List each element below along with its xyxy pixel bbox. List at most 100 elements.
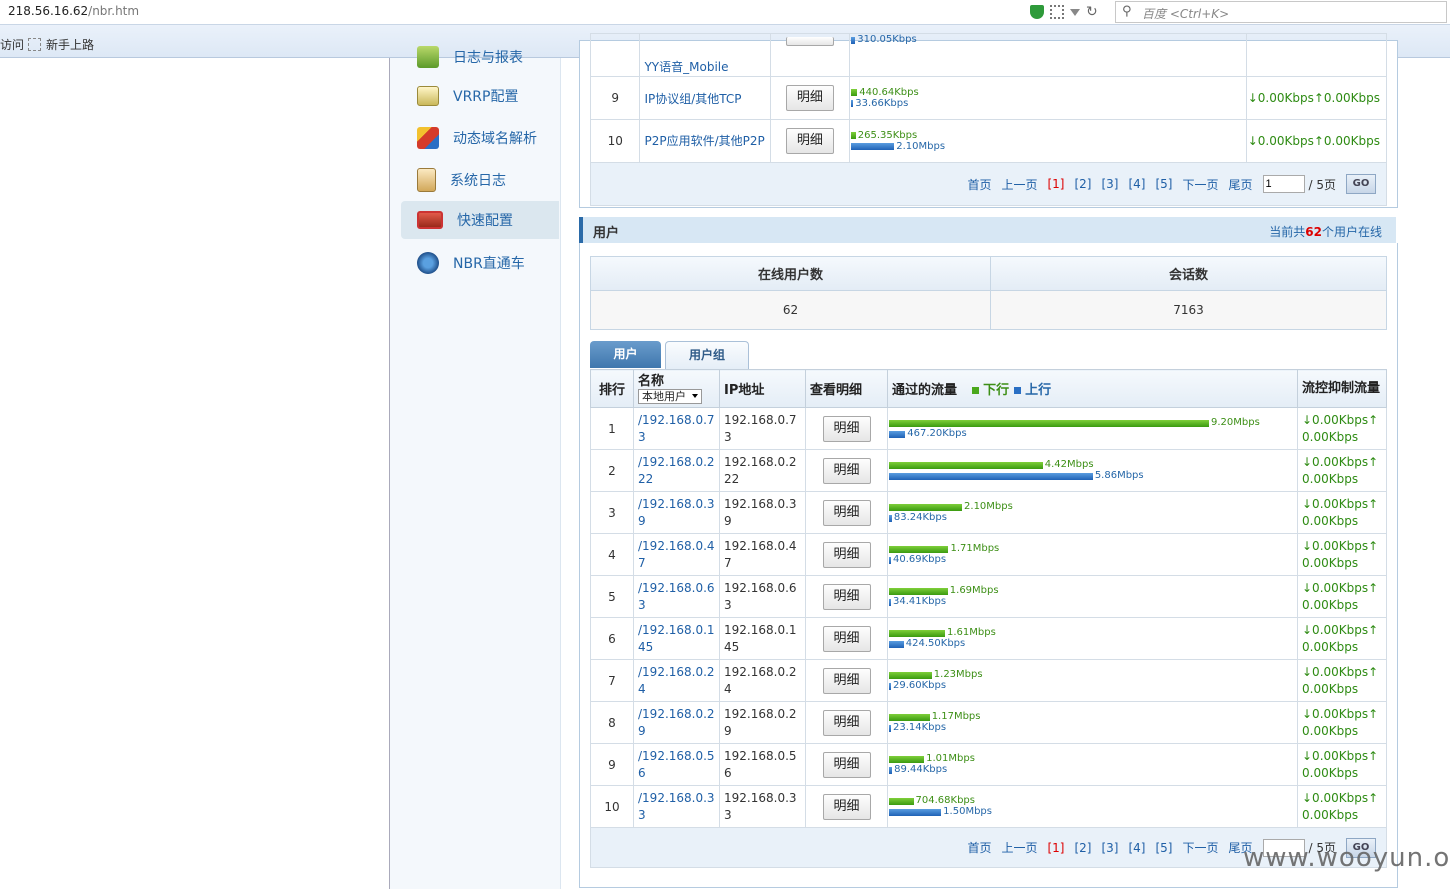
col-rank[interactable]: 排行 <box>590 369 634 408</box>
user-name-link[interactable]: /192.168.0.56 <box>638 749 715 780</box>
col-ip[interactable]: IP地址 <box>719 369 806 408</box>
tab-users[interactable]: 用户 <box>590 341 661 368</box>
ip-cell: 192.168.0.73 <box>719 407 806 450</box>
user-name-link[interactable]: /192.168.0.63 <box>638 581 715 612</box>
pager-page-1[interactable]: [1] <box>1047 841 1064 855</box>
pager-next[interactable]: 下一页 <box>1182 839 1218 856</box>
qr-code-icon[interactable] <box>1050 5 1064 19</box>
pager-page-5[interactable]: [5] <box>1155 177 1172 191</box>
refresh-icon[interactable]: ↻ <box>1086 5 1098 19</box>
table-row: 5/192.168.0.63 192.168.0.63 明细 1.69Mbps 34.4… <box>590 575 1387 618</box>
app-name[interactable]: YY语音_Mobile <box>639 33 771 77</box>
globe-icon <box>417 252 439 274</box>
pager-page-4[interactable]: [4] <box>1128 841 1145 855</box>
col-name: 名称 本地用户 <box>633 369 720 408</box>
sidebar-item-reports[interactable]: 日志与报表 <box>401 42 559 72</box>
user-name-link[interactable]: /192.168.0.145 <box>638 623 715 654</box>
user-name-link[interactable]: /192.168.0.24 <box>638 665 715 696</box>
pager-page-4[interactable]: [4] <box>1128 177 1145 191</box>
page-input[interactable] <box>1262 175 1305 193</box>
user-name-link[interactable]: /192.168.0.73 <box>638 413 715 444</box>
pager-page-3[interactable]: [3] <box>1101 177 1118 191</box>
shield-icon[interactable] <box>1030 5 1044 19</box>
sidebar-item-vrrp[interactable]: VRRP配置 <box>401 77 559 115</box>
up-label: 23.14Kbps <box>893 722 947 733</box>
user-name-link[interactable]: /192.168.0.33 <box>638 791 715 822</box>
online-status: 当前共62个用户在线 <box>1269 223 1382 240</box>
sidebar-item-ddns[interactable]: 动态域名解析 <box>401 119 559 157</box>
sidebar-item-label: 系统日志 <box>450 173 506 189</box>
pager-page-3[interactable]: [3] <box>1101 841 1118 855</box>
sidebar-item-nbr[interactable]: NBR直通车 <box>401 244 559 282</box>
header-row: 排行 名称 本地用户 IP地址 查看明细 通过的流量 下行 上行 流控抑制流量 <box>590 369 1387 408</box>
legend-up-label: 上行 <box>1025 383 1052 398</box>
user-name-link[interactable]: /192.168.0.29 <box>638 707 715 738</box>
up-bar <box>889 724 891 732</box>
detail-button[interactable]: 明细 <box>785 85 834 111</box>
tab-user-groups[interactable]: 用户组 <box>665 341 749 369</box>
sidebar: 日志与报表 VRRP配置 动态域名解析 系统日志 快速配置 NBR直通车 <box>389 46 561 889</box>
users-table-body: 1/192.168.0.73 192.168.0.73 明细 9.20Mbps 467.… <box>590 407 1387 828</box>
up-label: 1.50Mbps <box>943 806 992 817</box>
bookmark-newbie[interactable]: 新手上路 <box>28 36 94 53</box>
vrrp-icon <box>417 86 439 106</box>
pager-page-2[interactable]: [2] <box>1074 841 1091 855</box>
detail-button[interactable]: 明细 <box>822 709 871 736</box>
detail-button[interactable] <box>785 37 834 46</box>
col-traffic-label[interactable]: 通过的流量 <box>892 383 957 398</box>
detail-button[interactable]: 明细 <box>822 541 871 568</box>
detail-button[interactable]: 明细 <box>822 415 871 442</box>
ctrl-cell: ↓0.00Kbps↑0.00Kbps <box>1297 449 1387 492</box>
address-bar[interactable]: 218.56.16.62/nbr.htm ↻ ⚲ 百度 <Ctrl+K> <box>0 0 1450 25</box>
search-box[interactable]: ⚲ 百度 <Ctrl+K> <box>1115 1 1447 23</box>
app-name-link[interactable]: IP协议组/其他TCP <box>644 92 741 106</box>
name-filter-value: 本地用户 <box>642 389 686 403</box>
detail-button[interactable]: 明细 <box>822 457 871 484</box>
pager-page-5[interactable]: [5] <box>1155 841 1172 855</box>
ctrl-cell: ↓0.00Kbps↑0.00Kbps <box>1297 785 1387 828</box>
down-bar <box>889 755 925 763</box>
cube-icon <box>417 127 439 149</box>
pager-page-1[interactable]: [1] <box>1047 177 1064 191</box>
pager-first[interactable]: 首页 <box>967 176 991 193</box>
url-text[interactable]: 218.56.16.62/nbr.htm <box>8 4 139 18</box>
pager-prev[interactable]: 上一页 <box>1001 176 1037 193</box>
detail-button[interactable]: 明细 <box>822 583 871 610</box>
detail-button[interactable]: 明细 <box>822 751 871 778</box>
pager-prev[interactable]: 上一页 <box>1001 839 1037 856</box>
user-name-link[interactable]: /192.168.0.39 <box>638 497 715 528</box>
app-name-link[interactable]: P2P应用软件/其他P2P <box>644 134 764 148</box>
detail-button[interactable]: 明细 <box>785 128 834 154</box>
url-host: 218.56.16.62 <box>8 4 89 18</box>
detail-button[interactable]: 明细 <box>822 667 871 694</box>
pager-last[interactable]: 尾页 <box>1228 176 1252 193</box>
pager-first[interactable]: 首页 <box>967 839 991 856</box>
status-count: 62 <box>1305 225 1322 239</box>
down-label: 1.23Mbps <box>933 669 983 680</box>
chevron-down-icon[interactable] <box>1070 8 1080 16</box>
table-row: YY语音_Mobile 310.05Kbps <box>589 33 1388 77</box>
app-traffic-panel: YY语音_Mobile 310.05Kbps 9 IP协议组/其他TCP 明细 … <box>579 33 1398 208</box>
sidebar-item-syslog[interactable]: 系统日志 <box>401 161 559 199</box>
col-ctrl[interactable]: 流控抑制流量 <box>1297 369 1387 408</box>
user-name-link[interactable]: /192.168.0.47 <box>638 539 715 570</box>
ip-cell: 192.168.0.145 <box>719 617 806 660</box>
detail-button[interactable]: 明细 <box>822 793 871 820</box>
pager-page-2[interactable]: [2] <box>1074 177 1091 191</box>
detail-button[interactable]: 明细 <box>822 625 871 652</box>
user-name-link[interactable]: /192.168.0.222 <box>638 455 715 486</box>
up-bar <box>889 640 904 648</box>
down-bar <box>889 629 945 637</box>
col-name-label: 名称 <box>638 373 665 389</box>
pager-next[interactable]: 下一页 <box>1182 176 1218 193</box>
pager-total: / 5页 <box>1308 177 1337 192</box>
sessions-header: 会话数 <box>990 256 1387 291</box>
sidebar-item-label: VRRP配置 <box>453 89 519 105</box>
detail-button[interactable]: 明细 <box>822 499 871 526</box>
bookmark-visit[interactable]: 访问 <box>0 36 24 53</box>
go-button[interactable]: GO <box>1346 174 1376 194</box>
name-filter-select[interactable]: 本地用户 <box>638 388 702 404</box>
up-bar <box>851 36 856 44</box>
router-icon <box>417 211 443 229</box>
sidebar-item-quick-config[interactable]: 快速配置 <box>401 201 559 239</box>
